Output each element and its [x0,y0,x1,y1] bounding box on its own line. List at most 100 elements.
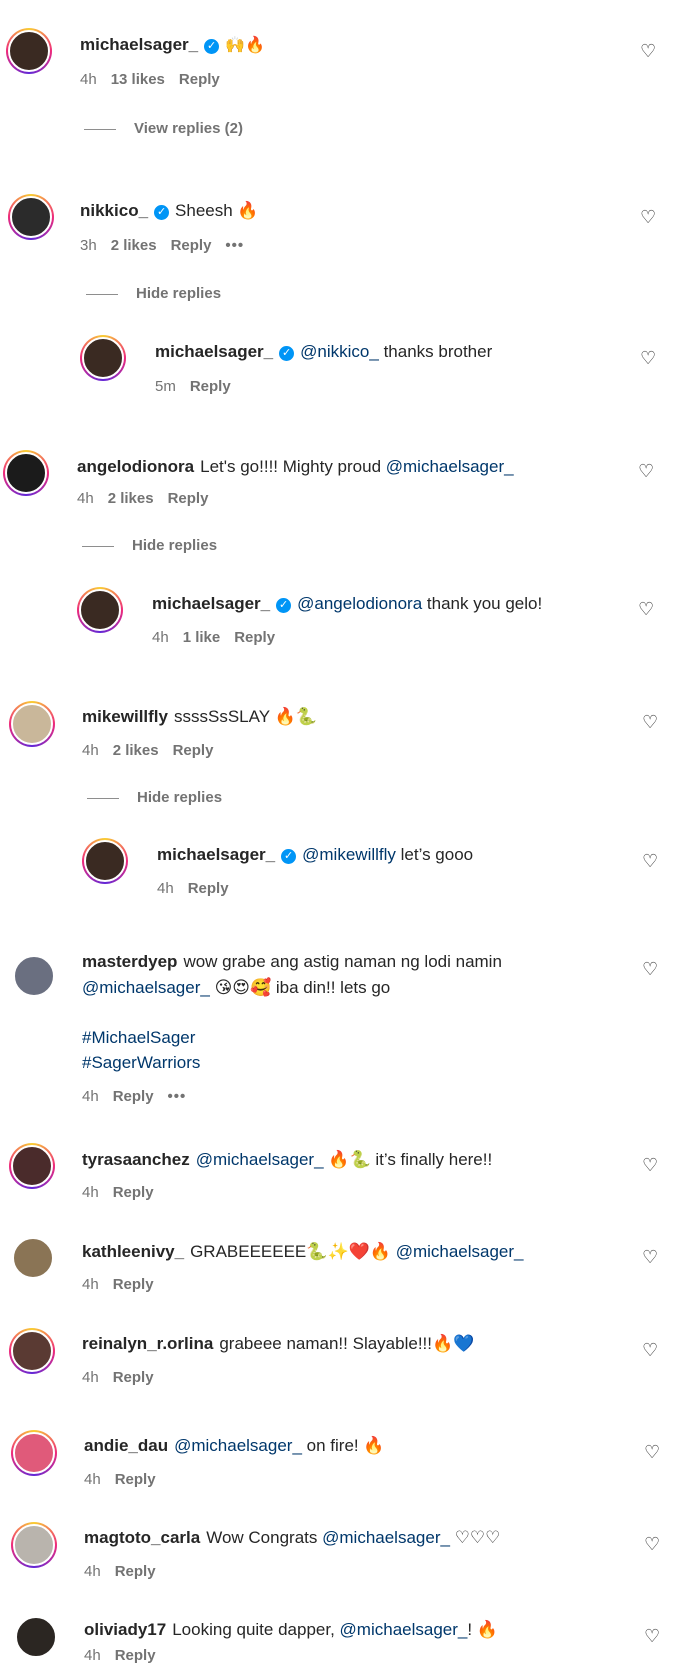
likes-count[interactable]: 2 likes [111,237,157,254]
reply-button[interactable]: Reply [113,1369,154,1386]
comment-text-line2: @michaelsager_ 😘😍🥰 iba din!! lets go [82,978,391,997]
verified-badge-icon: ✓ [279,346,295,361]
avatar[interactable] [9,1143,55,1189]
heart-icon[interactable]: ♡ [638,599,654,620]
mention-link[interactable]: @michaelsager_ [386,457,514,476]
reply-button[interactable]: Reply [113,1088,154,1105]
reply-text: michaelsager_ ✓ @mikewillfly let’s gooo [157,845,474,864]
reply-button[interactable]: Reply [113,1184,154,1201]
comment-meta: 4h Reply [84,1563,156,1580]
reply-button[interactable]: Reply [188,880,229,897]
reply-button[interactable]: Reply [115,1647,156,1664]
hide-replies-button[interactable]: Hide replies [87,789,222,806]
hide-replies-button[interactable]: Hide replies [82,537,217,554]
mention-link[interactable]: @michaelsager_ [396,1242,524,1261]
comment-text: oliviady17 Looking quite dapper, @michael… [84,1620,498,1639]
comment-text: andie_dau @michaelsager_ on fire! 🔥 [84,1436,385,1455]
comment-meta: 4h Reply [82,1184,154,1201]
avatar[interactable] [13,1614,59,1660]
comment-text: angelodionora Let's go!!!! Mighty proud @… [77,457,514,476]
likes-count[interactable]: 13 likes [111,71,165,88]
avatar[interactable] [8,194,54,240]
username[interactable]: nikkico_ [80,201,148,220]
view-replies-button[interactable]: View replies (2) [84,120,243,137]
mention-link[interactable]: @michaelsager_ [322,1528,450,1547]
hashtag: #MichaelSager [82,1028,196,1047]
mention-link[interactable]: @michaelsager_ [82,978,210,997]
comment-meta: 4h 13 likes Reply [80,71,220,88]
comment-meta: 4h 2 likes Reply [82,742,214,759]
reply-button[interactable]: Reply [168,490,209,507]
comment-text: kathleenivy_ GRABEEEEEE🐍✨❤️🔥 @michaelsage… [82,1242,524,1261]
comment-text: mikewillfly ssssSsSLAY 🔥🐍 [82,707,317,726]
avatar[interactable] [11,953,57,999]
heart-icon[interactable]: ♡ [642,1340,658,1361]
reply-button[interactable]: Reply [113,1276,154,1293]
mention-link[interactable]: @michaelsager_ [340,1620,468,1639]
reply-meta: 4h 1 like Reply [152,629,276,646]
reply-button[interactable]: Reply [190,378,231,395]
comment-meta: 4h 2 likes Reply [77,490,209,507]
avatar[interactable] [9,701,55,747]
heart-icon[interactable]: ♡ [642,1247,658,1268]
comment-text: reinalyn_r.orlina grabeee naman!! Slayabl… [82,1334,475,1353]
heart-icon[interactable]: ♡ [640,348,656,369]
reply-button[interactable]: Reply [115,1563,156,1580]
likes-count[interactable]: 1 like [183,629,221,646]
mention-link[interactable]: @michaelsager_ [174,1436,302,1455]
avatar[interactable] [10,1235,56,1281]
heart-icon[interactable]: ♡ [642,712,658,733]
heart-icon[interactable]: ♡ [640,41,656,62]
hashtag: #SagerWarriors [82,1053,201,1072]
avatar[interactable] [6,28,52,74]
avatar[interactable] [9,1328,55,1374]
heart-icon[interactable]: ♡ [638,461,654,482]
reply-meta: 5m Reply [155,378,231,395]
reply-button[interactable]: Reply [179,71,220,88]
hide-replies-button[interactable]: Hide replies [86,285,221,302]
reply-button[interactable]: Reply [234,629,275,646]
likes-count[interactable]: 2 likes [113,742,159,759]
comment-meta: 4h Reply [84,1647,156,1664]
verified-badge-icon: ✓ [154,205,170,220]
heart-icon[interactable]: ♡ [644,1442,660,1463]
heart-icon[interactable]: ♡ [640,207,656,228]
verified-badge-icon: ✓ [204,39,220,54]
comment-text: tyrasaanchez @michaelsager_ 🔥🐍 it’s final… [82,1150,493,1169]
avatar[interactable] [3,450,49,496]
more-options-button[interactable]: ••• [168,1088,187,1105]
comment-meta: 4h Reply [84,1471,156,1488]
reply-button[interactable]: Reply [171,237,212,254]
reply-text: michaelsager_ ✓ @angelodionora thank you g… [152,594,543,613]
comment-text: magtoto_carla Wow Congrats @michaelsager_… [84,1528,501,1547]
heart-icon[interactable]: ♡ [644,1626,660,1647]
likes-count[interactable]: 2 likes [108,490,154,507]
comment-text: masterdyep wow grabe ang astig naman ng l… [82,952,502,971]
heart-icon[interactable]: ♡ [642,851,658,872]
reply-button[interactable]: Reply [115,1471,156,1488]
reply-meta: 4h Reply [157,880,229,897]
verified-badge-icon: ✓ [276,598,292,613]
reply-text: michaelsager_ ✓ @nikkico_ thanks brother [155,342,493,361]
reply-avatar[interactable] [80,335,126,381]
avatar[interactable] [11,1430,57,1476]
comment-text: nikkico_ ✓ Sheesh 🔥 [80,201,259,220]
reply-avatar[interactable] [77,587,123,633]
more-options-button[interactable]: ••• [225,237,244,254]
comment-meta: 4h Reply [82,1276,154,1293]
username[interactable]: michaelsager_ [80,35,198,54]
mention-link[interactable]: @angelodionora [297,594,422,613]
reply-button[interactable]: Reply [173,742,214,759]
mention-link[interactable]: @mikewillfly [302,845,396,864]
heart-icon[interactable]: ♡ [642,959,658,980]
heart-icon[interactable]: ♡ [642,1155,658,1176]
verified-badge-icon: ✓ [281,849,297,864]
comment-meta: 4h Reply ••• [82,1088,187,1105]
heart-icon[interactable]: ♡ [644,1534,660,1555]
mention-link[interactable]: @nikkico_ [300,342,379,361]
mention-link[interactable]: @michaelsager_ [196,1150,324,1169]
comment-meta: 3h 2 likes Reply ••• [80,237,245,254]
reply-avatar[interactable] [82,838,128,884]
comment-text: michaelsager_ ✓ 🙌🔥 [80,35,265,54]
avatar[interactable] [11,1522,57,1568]
